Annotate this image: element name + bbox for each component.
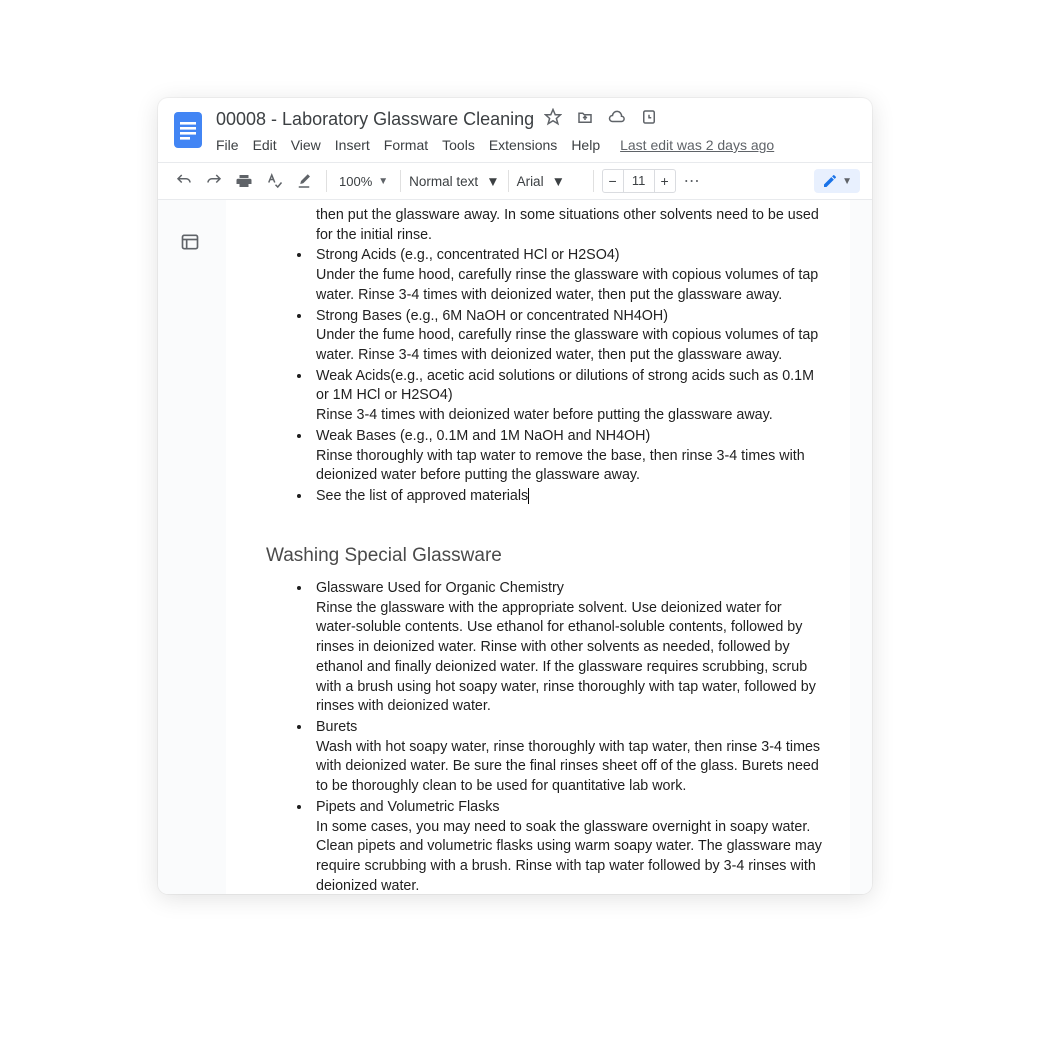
content-area: then put the glassware away. In some sit…	[158, 200, 872, 894]
list-item-title: Strong Bases (e.g., 6M NaOH or concentra…	[316, 308, 668, 324]
cloud-icon[interactable]	[608, 108, 626, 131]
font-value: Arial	[517, 174, 544, 189]
header: 00008 - Laboratory Glassware Cleaning	[158, 98, 872, 162]
section-heading: Washing Special Glassware	[254, 543, 822, 569]
menu-file[interactable]: File	[216, 137, 239, 153]
toolbar: 100% ▼ Normal text ▼ Arial ▼ − 11 + ⋯ ▼	[158, 162, 872, 200]
list-item-title: See the list of approved materials	[316, 488, 528, 504]
menu-edit[interactable]: Edit	[253, 137, 277, 153]
menu-bar: File Edit View Insert Format Tools Exten…	[216, 133, 860, 159]
paint-format-button[interactable]	[290, 167, 318, 195]
list-item-body: Wash with hot soapy water, rinse thoroug…	[316, 738, 822, 797]
style-value: Normal text	[409, 174, 478, 189]
menu-help[interactable]: Help	[571, 137, 600, 153]
list-item-title: Weak Acids(e.g., acetic acid solutions o…	[316, 368, 814, 404]
list-item-body: Under the fume hood, carefully rinse the…	[316, 266, 822, 305]
list-item: Burets Wash with hot soapy water, rinse t…	[312, 718, 822, 797]
toolbar-more[interactable]: ⋯	[678, 171, 706, 191]
redo-button[interactable]	[200, 167, 228, 195]
font-size-decrease[interactable]: −	[602, 169, 624, 193]
menu-view[interactable]: View	[291, 137, 321, 153]
history-icon[interactable]	[640, 108, 658, 131]
list-item: Glassware Used for Organic Chemistry Rins…	[312, 579, 822, 717]
list-item-body: Rinse 3-4 times with deionized water bef…	[316, 406, 822, 426]
caret-down-icon: ▼	[842, 176, 852, 187]
text-cursor	[528, 488, 529, 504]
print-button[interactable]	[230, 167, 258, 195]
outline-toggle-icon[interactable]	[180, 232, 204, 256]
list-item-body: Under the fume hood, carefully rinse the…	[316, 326, 822, 365]
paragraph-style-select[interactable]: Normal text ▼	[409, 174, 499, 189]
zoom-value: 100%	[339, 174, 372, 189]
list-item-title: Strong Acids (e.g., concentrated HCl or …	[316, 247, 620, 263]
menu-format[interactable]: Format	[384, 137, 428, 153]
menu-tools[interactable]: Tools	[442, 137, 475, 153]
docs-app-icon[interactable]	[170, 106, 206, 154]
list-item: See the list of approved materials	[312, 487, 822, 507]
move-icon[interactable]	[576, 108, 594, 131]
list-item: Weak Bases (e.g., 0.1M and 1M NaOH and N…	[312, 427, 822, 486]
undo-button[interactable]	[170, 167, 198, 195]
paragraph: then put the glassware away. In some sit…	[254, 206, 822, 245]
menu-extensions[interactable]: Extensions	[489, 137, 557, 153]
last-edit-link[interactable]: Last edit was 2 days ago	[620, 137, 774, 153]
list-item: Strong Acids (e.g., concentrated HCl or …	[312, 246, 822, 305]
list-item: Weak Acids(e.g., acetic acid solutions o…	[312, 367, 822, 426]
editing-mode-button[interactable]: ▼	[814, 169, 860, 193]
caret-down-icon: ▼	[552, 174, 565, 189]
list-item-title: Glassware Used for Organic Chemistry	[316, 580, 564, 596]
document-page[interactable]: then put the glassware away. In some sit…	[226, 200, 850, 894]
font-size-increase[interactable]: +	[654, 169, 676, 193]
list-item-title: Burets	[316, 719, 357, 735]
list-item: Strong Bases (e.g., 6M NaOH or concentra…	[312, 307, 822, 366]
font-size-value[interactable]: 11	[624, 169, 654, 193]
list-item: Pipets and Volumetric Flasks In some case…	[312, 798, 822, 894]
list-item-body: Rinse thoroughly with tap water to remov…	[316, 447, 822, 486]
font-select[interactable]: Arial ▼	[517, 174, 585, 189]
list-item-title: Pipets and Volumetric Flasks	[316, 799, 500, 815]
caret-down-icon: ▼	[486, 174, 499, 189]
bullet-list: Glassware Used for Organic Chemistry Rins…	[254, 579, 822, 894]
menu-insert[interactable]: Insert	[335, 137, 370, 153]
title-icons	[544, 108, 658, 131]
list-item-body: Rinse the glassware with the appropriate…	[316, 599, 822, 717]
font-size-control: − 11 +	[602, 169, 676, 193]
bullet-list: Strong Acids (e.g., concentrated HCl or …	[254, 246, 822, 506]
spellcheck-button[interactable]	[260, 167, 288, 195]
left-gutter	[158, 200, 226, 894]
star-icon[interactable]	[544, 108, 562, 131]
docs-window: 00008 - Laboratory Glassware Cleaning	[158, 98, 872, 894]
zoom-select[interactable]: 100% ▼	[335, 174, 392, 189]
caret-down-icon: ▼	[378, 176, 388, 187]
list-item-title: Weak Bases (e.g., 0.1M and 1M NaOH and N…	[316, 428, 650, 444]
list-item-body: In some cases, you may need to soak the …	[316, 818, 822, 894]
document-title[interactable]: 00008 - Laboratory Glassware Cleaning	[216, 109, 534, 130]
